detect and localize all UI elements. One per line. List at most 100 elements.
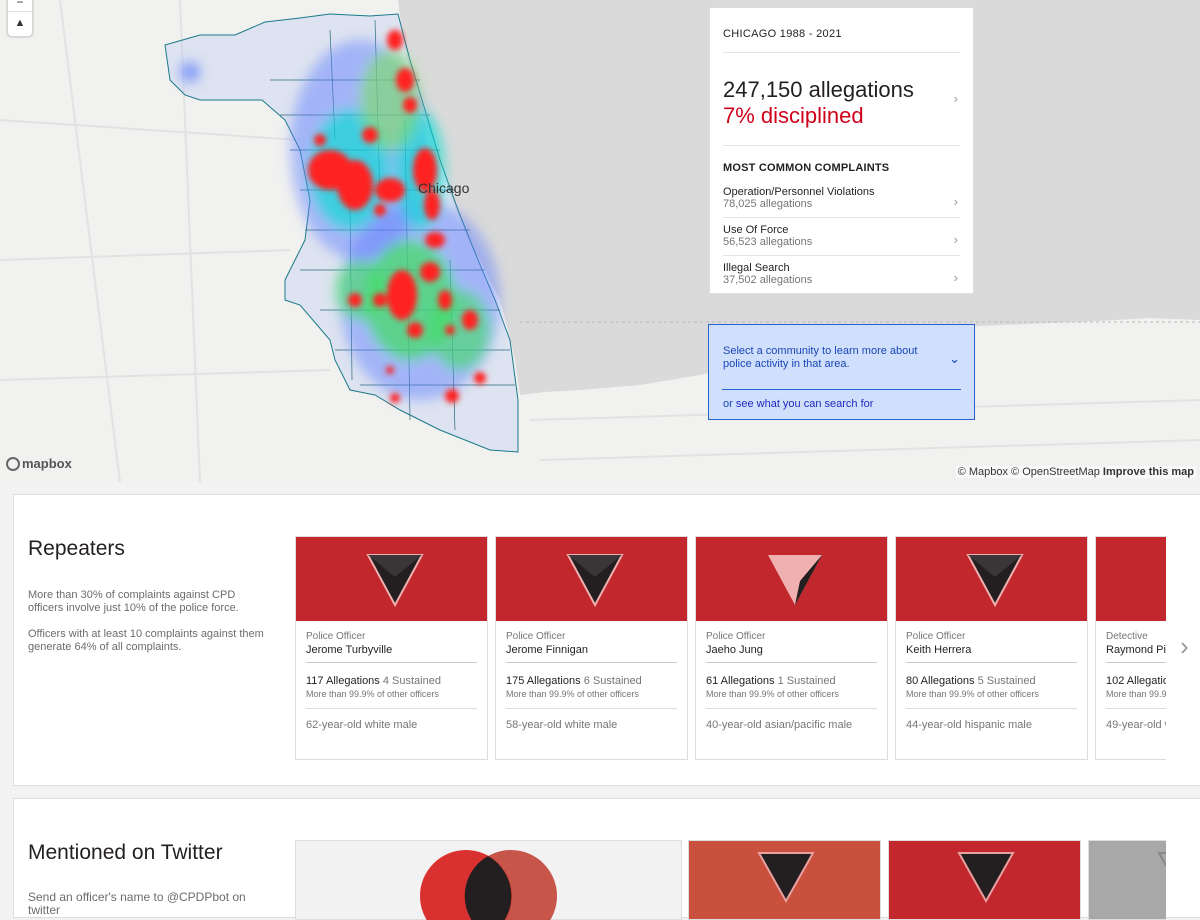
heatmap-map[interactable]: − ▲ Chicago mapbox © Mapbox © OpenStreet… xyxy=(0,0,1200,482)
officer-cards: Police Officer Jerome Turbyville 117 Alleg… xyxy=(295,536,1166,760)
officer-demographic: 58-year-old white male xyxy=(506,719,618,731)
map-attribution: © Mapbox © OpenStreetMap Improve this ma… xyxy=(955,466,1196,478)
officer-card-header xyxy=(496,537,687,621)
sustained-count: 6 Sustained xyxy=(583,675,642,687)
venn-graphic xyxy=(420,850,557,920)
twitter-card[interactable] xyxy=(688,840,881,920)
officer-percentile: More than 99.9% of other officers xyxy=(306,689,439,699)
officer-triangle-icon xyxy=(966,554,1024,608)
improve-map-link[interactable]: Improve this map xyxy=(1103,466,1194,478)
allegations-total: 247,150 allegations xyxy=(723,77,914,102)
complaint-name: Operation/Personnel Violations xyxy=(723,186,875,198)
officer-demographic: 62-year-old white male xyxy=(306,719,418,731)
complaint-name: Illegal Search xyxy=(723,262,790,274)
zoom-out-button[interactable]: − xyxy=(8,0,32,12)
officer-rank: Detective xyxy=(1106,631,1148,642)
search-help-link[interactable]: see what you can search for xyxy=(736,398,874,410)
search-help: or see what you can search for xyxy=(723,398,873,410)
officer-triangle-icon xyxy=(757,852,815,904)
complaint-item[interactable]: Use Of Force 56,523 allegations › xyxy=(723,218,960,256)
totals-row[interactable]: 247,150 allegations 7% disciplined › xyxy=(723,52,960,146)
officer-allegations: 117 Allegations 4 Sustained xyxy=(296,663,487,687)
officer-card[interactable]: Detective Raymond Piwnicki 102 Allegations… xyxy=(1095,536,1166,760)
officer-card[interactable]: Police Officer Jerome Turbyville 117 Alleg… xyxy=(295,536,488,760)
chevron-right-icon: › xyxy=(953,91,958,106)
officer-allegations: 61 Allegations 1 Sustained xyxy=(696,663,887,687)
repeaters-desc-1: More than 30% of complaints against CPD … xyxy=(28,589,239,614)
next-arrow-icon[interactable]: › xyxy=(1166,587,1200,707)
officer-card-header xyxy=(1096,537,1166,621)
officer-rank: Police Officer xyxy=(306,631,366,642)
map-canvas[interactable] xyxy=(0,0,1200,482)
officer-allegations: 175 Allegations 6 Sustained xyxy=(496,663,687,687)
sustained-count: 5 Sustained xyxy=(977,675,1036,687)
chevron-right-icon: › xyxy=(953,270,958,285)
search-divider xyxy=(722,389,961,390)
officer-demographic: 44-year-old hispanic male xyxy=(906,719,1032,731)
officer-triangle-icon xyxy=(957,852,1015,904)
allegation-count: 102 Allegations xyxy=(1106,675,1166,687)
sustained-count: 1 Sustained xyxy=(777,675,836,687)
officer-rank: Police Officer xyxy=(906,631,966,642)
mapbox-logo-text: mapbox xyxy=(22,456,72,471)
repeaters-desc-2: Officers with at least 10 complaints aga… xyxy=(28,628,264,653)
officer-card-header xyxy=(896,537,1087,621)
officer-card-header xyxy=(296,537,487,621)
sustained-count: 4 Sustained xyxy=(382,675,441,687)
officer-name: Jaeho Jung xyxy=(706,644,763,656)
officer-card-header xyxy=(696,537,887,621)
mapbox-logo[interactable]: mapbox xyxy=(6,456,72,471)
officer-allegations: 80 Allegations 5 Sustained xyxy=(896,663,1087,687)
officer-triangle-icon xyxy=(566,554,624,608)
twitter-card[interactable] xyxy=(1088,840,1166,920)
officer-percentile: More than 99.9% of other officers xyxy=(1106,689,1166,699)
officer-percentile: More than 99.9% of other officers xyxy=(506,689,639,699)
repeaters-title: Repeaters xyxy=(28,537,125,560)
twitter-title: Mentioned on Twitter xyxy=(28,841,223,864)
officer-triangle-icon xyxy=(1157,852,1166,868)
chevron-right-icon: › xyxy=(953,232,958,247)
twitter-desc: Send an officer's name to @CPDPbot on tw… xyxy=(28,890,246,917)
repeaters-section: Repeaters More than 30% of complaints ag… xyxy=(13,494,1200,786)
community-search-box[interactable]: Select a community to learn more about p… xyxy=(708,324,975,420)
twitter-section: Mentioned on Twitter Send an officer's n… xyxy=(13,798,1200,920)
complaint-count: 78,025 allegations xyxy=(723,198,813,210)
allegation-count: 117 Allegations xyxy=(306,675,380,687)
allegation-count: 61 Allegations xyxy=(706,675,775,687)
officer-percentile: More than 99.9% of other officers xyxy=(706,689,839,699)
community-select-prompt[interactable]: Select a community to learn more about p… xyxy=(723,345,943,371)
officer-name: Keith Herrera xyxy=(906,644,972,656)
officer-triangle-icon xyxy=(366,554,424,608)
officer-demographic: 40-year-old asian/pacific male xyxy=(706,719,853,731)
twitter-cards xyxy=(295,840,1166,920)
officer-card[interactable]: Police Officer Keith Herrera 80 Allegation… xyxy=(895,536,1088,760)
allegation-count: 175 Allegations xyxy=(506,675,581,687)
officer-rank: Police Officer xyxy=(706,631,766,642)
city-label: Chicago xyxy=(418,180,470,196)
common-complaints-title: MOST COMMON COMPLAINTS xyxy=(723,162,890,174)
officer-name: Raymond Piwnicki xyxy=(1106,644,1166,656)
attribution-text[interactable]: © Mapbox © OpenStreetMap xyxy=(958,466,1100,478)
complaint-count: 56,523 allegations xyxy=(723,236,813,248)
twitter-card[interactable] xyxy=(295,840,682,920)
allegation-count: 80 Allegations xyxy=(906,675,975,687)
officer-name: Jerome Finnigan xyxy=(506,644,588,656)
officer-name: Jerome Turbyville xyxy=(306,644,393,656)
summary-panel: CHICAGO 1988 - 2021 247,150 allegations … xyxy=(709,7,974,294)
map-zoom-control: − ▲ xyxy=(8,0,32,36)
officer-percentile: More than 99.9% of other officers xyxy=(906,689,1039,699)
officer-allegations: 102 Allegations 6 Sustained xyxy=(1096,663,1166,687)
summary-title: CHICAGO 1988 - 2021 xyxy=(723,28,842,40)
complaint-item[interactable]: Illegal Search 37,502 allegations › xyxy=(723,256,960,293)
officer-card[interactable]: Police Officer Jerome Finnigan 175 Allegat… xyxy=(495,536,688,760)
officer-card[interactable]: Police Officer Jaeho Jung 61 Allegations 1… xyxy=(695,536,888,760)
chevron-down-icon[interactable]: ⌄ xyxy=(949,351,960,367)
complaint-item[interactable]: Operation/Personnel Violations 78,025 al… xyxy=(723,180,960,218)
complaint-count: 37,502 allegations xyxy=(723,274,813,286)
officer-demographic: 49-year-old white male xyxy=(1106,719,1166,731)
compass-icon[interactable]: ▲ xyxy=(8,12,32,34)
complaint-name: Use Of Force xyxy=(723,224,789,236)
officer-rank: Police Officer xyxy=(506,631,566,642)
twitter-card[interactable] xyxy=(888,840,1081,920)
search-help-prefix: or xyxy=(723,398,733,410)
